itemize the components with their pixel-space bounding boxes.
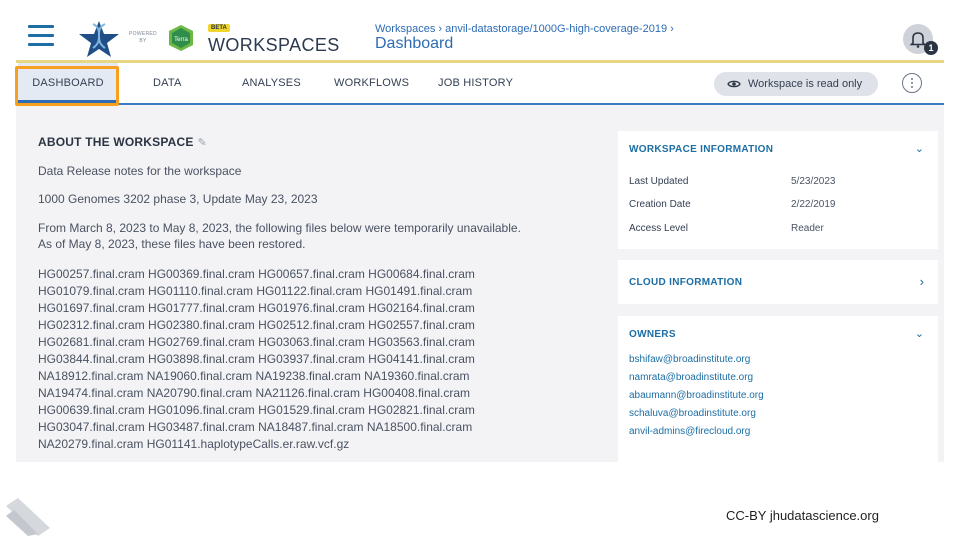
owners-card: OWNERS ⌄ bshifaw@broadinstitute.org namr…: [618, 316, 938, 462]
access-level-value: Reader: [791, 223, 824, 234]
tab-dashboard[interactable]: DASHBOARD: [18, 63, 118, 103]
genomes-update-line: 1000 Genomes 3202 phase 3, Update May 23…: [38, 192, 318, 206]
file-line: NA18912.final.cram NA19060.final.cram NA…: [38, 369, 470, 383]
about-title: ABOUT THE WORKSPACE ✎: [38, 135, 207, 149]
owner-email[interactable]: namrata@broadinstitute.org: [629, 372, 753, 383]
access-level-label: Access Level: [629, 223, 688, 234]
cloud-information-title[interactable]: CLOUD INFORMATION: [629, 277, 742, 288]
beta-badge: BETA: [208, 24, 230, 32]
workspace-information-card: WORKSPACE INFORMATION ⌄ Last Updated 5/2…: [618, 131, 938, 249]
creation-date-value: 2/22/2019: [791, 199, 836, 210]
file-line: HG02312.final.cram HG02380.final.cram HG…: [38, 318, 475, 332]
cloud-information-card[interactable]: CLOUD INFORMATION ›: [618, 260, 938, 304]
read-only-badge[interactable]: Workspace is read only: [714, 72, 878, 96]
creation-date-label: Creation Date: [629, 199, 691, 210]
owner-email[interactable]: bshifaw@broadinstitute.org: [629, 354, 750, 365]
more-options-icon[interactable]: [902, 73, 922, 93]
read-only-label: Workspace is read only: [748, 78, 863, 90]
terra-workspace-app: POWERED BY Terra BETA WORKSPACES Workspa…: [16, 14, 944, 462]
file-line: HG02681.final.cram HG02769.final.cram HG…: [38, 335, 475, 349]
file-line: HG00257.final.cram HG00369.final.cram HG…: [38, 267, 475, 281]
owner-email[interactable]: schaluva@broadinstitute.org: [629, 408, 756, 419]
notification-count-badge: 1: [924, 41, 938, 55]
workspace-tab-bar: DASHBOARD DATA ANALYSES WORKFLOWS JOB HI…: [16, 63, 944, 105]
file-line: HG03047.final.cram HG03487.final.cram NA…: [38, 420, 473, 434]
svg-text:Terra: Terra: [174, 37, 188, 43]
chevron-down-icon[interactable]: ⌄: [915, 142, 924, 155]
tab-workflows[interactable]: WORKFLOWS: [334, 63, 409, 103]
workspaces-brand[interactable]: WORKSPACES: [208, 35, 340, 56]
last-updated-label: Last Updated: [629, 176, 689, 187]
owner-email[interactable]: anvil-admins@firecloud.org: [629, 426, 750, 437]
tab-data[interactable]: DATA: [153, 63, 182, 103]
availability-note: From March 8, 2023 to May 8, 2023, the f…: [38, 221, 521, 251]
edit-pencil-icon[interactable]: ✎: [198, 136, 207, 149]
anvil-logo[interactable]: [74, 18, 124, 60]
file-line: NA20279.final.cram HG01141.haplotypeCall…: [38, 437, 350, 451]
file-line: HG03844.final.cram HG03898.final.cram HG…: [38, 352, 475, 366]
chevron-right-icon[interactable]: ›: [920, 274, 924, 289]
owner-email[interactable]: abaumann@broadinstitute.org: [629, 390, 764, 401]
hamburger-menu-icon[interactable]: [28, 25, 54, 47]
file-list: HG00257.final.cram HG00369.final.cram HG…: [38, 266, 558, 453]
file-line: HG00639.final.cram HG01096.final.cram HG…: [38, 403, 475, 417]
last-updated-value: 5/23/2023: [791, 176, 836, 187]
chevron-down-icon[interactable]: ⌄: [915, 327, 924, 340]
file-line: HG01079.final.cram HG01110.final.cram HG…: [38, 284, 473, 298]
powered-by-label: POWERED BY: [129, 31, 157, 44]
page-title: Dashboard: [375, 35, 454, 52]
breadcrumb[interactable]: Workspaces › anvil-datastorage/1000G-hig…: [375, 23, 674, 35]
tab-job-history[interactable]: JOB HISTORY: [438, 63, 513, 103]
workspace-information-title[interactable]: WORKSPACE INFORMATION: [629, 144, 773, 155]
release-notes-line: Data Release notes for the workspace: [38, 164, 242, 178]
file-line: NA19474.final.cram NA20790.final.cram NA…: [38, 386, 470, 400]
footer-credit: CC-BY jhudatascience.org: [726, 508, 879, 523]
owners-title[interactable]: OWNERS: [629, 329, 676, 340]
terra-logo: Terra: [169, 25, 193, 51]
eye-icon: [727, 80, 741, 88]
tab-analyses[interactable]: ANALYSES: [242, 63, 301, 103]
course-logo-icon: [6, 498, 50, 536]
top-header: POWERED BY Terra BETA WORKSPACES Workspa…: [16, 14, 944, 63]
about-workspace-section: ABOUT THE WORKSPACE ✎ Data Release notes …: [38, 135, 598, 451]
file-line: HG01697.final.cram HG01777.final.cram HG…: [38, 301, 475, 315]
